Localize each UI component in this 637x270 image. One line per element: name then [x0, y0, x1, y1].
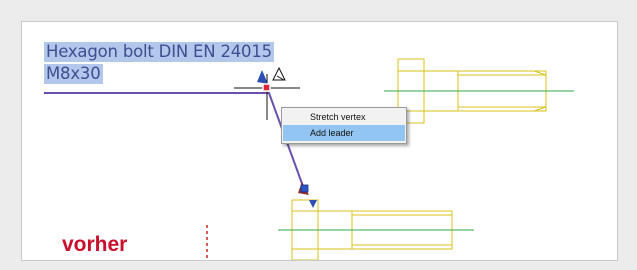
menu-item-stretch-vertex[interactable]: Stretch vertex	[283, 109, 405, 125]
context-menu[interactable]: Stretch vertex Add leader	[281, 107, 407, 144]
grip-vertex-icon[interactable]	[262, 83, 271, 92]
grip-endpoint-icon[interactable]	[300, 184, 309, 193]
leader-line[interactable]	[44, 70, 317, 208]
leader-arrow-bottom-icon	[309, 200, 317, 208]
leader-arrow-top-icon	[257, 70, 268, 84]
annotation-text-line-1[interactable]: Hexagon bolt DIN EN 24015	[44, 42, 274, 62]
snap-tracking-icon	[272, 66, 286, 81]
annotation-text-line-2[interactable]: M8x30	[44, 64, 103, 84]
menu-item-add-leader[interactable]: Add leader	[283, 125, 405, 141]
caption-label: vorher	[62, 233, 128, 256]
